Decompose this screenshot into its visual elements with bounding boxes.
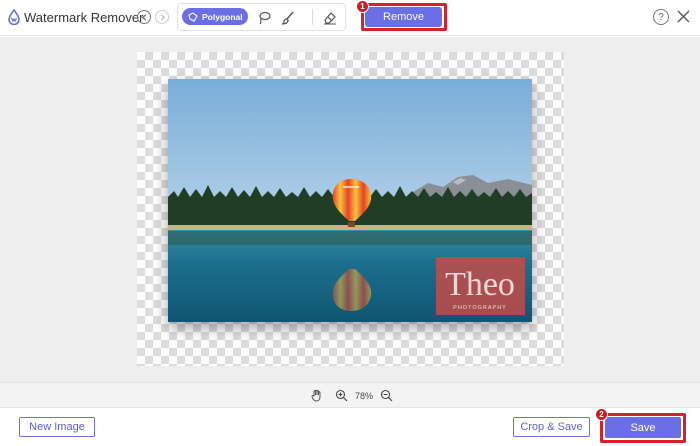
app-title: Watermark Remover [24, 10, 144, 25]
polygonal-label: Polygonal [202, 11, 243, 22]
tool-separator [312, 9, 313, 25]
image-canvas[interactable]: Theo PHOTOGRAPHY [0, 37, 700, 382]
photo-preview[interactable]: Theo PHOTOGRAPHY [168, 79, 532, 322]
eraser-icon[interactable] [322, 10, 338, 26]
lasso-icon[interactable] [256, 10, 272, 26]
brush-icon[interactable] [280, 10, 296, 26]
zoom-bar: 78% [0, 382, 700, 408]
watermark-remover-logo-icon [8, 9, 20, 25]
redo-button[interactable] [155, 10, 169, 24]
zoom-level: 78% [355, 391, 374, 401]
polygonal-icon [188, 11, 198, 22]
undo-button[interactable] [137, 10, 151, 24]
bottom-action-bar: New Image Crop & Save Save 2 [0, 408, 700, 446]
lake-balloon-photo: Theo PHOTOGRAPHY [168, 79, 532, 322]
watermark-text: Theo [445, 266, 515, 303]
remove-button[interactable]: Remove [365, 7, 442, 27]
watermark-subtext: PHOTOGRAPHY [453, 305, 507, 311]
redo-icon [160, 13, 165, 21]
step-1-badge: 1 [356, 0, 369, 13]
zoom-out-icon[interactable] [380, 389, 393, 402]
undo-icon [141, 13, 146, 21]
step-2-badge: 2 [595, 408, 608, 421]
polygonal-tool-button[interactable]: Polygonal [182, 8, 248, 25]
close-icon[interactable] [676, 9, 691, 24]
hand-pan-icon[interactable] [310, 389, 323, 402]
help-icon[interactable]: ? [653, 9, 669, 25]
top-toolbar: Watermark Remover Polygonal Remove 1 ? [0, 0, 700, 36]
new-image-button[interactable]: New Image [19, 417, 95, 437]
save-button[interactable]: Save [605, 417, 681, 438]
zoom-in-icon[interactable] [335, 389, 348, 402]
crop-save-button[interactable]: Crop & Save [513, 417, 590, 437]
selection-tool-group: Polygonal [177, 3, 346, 31]
